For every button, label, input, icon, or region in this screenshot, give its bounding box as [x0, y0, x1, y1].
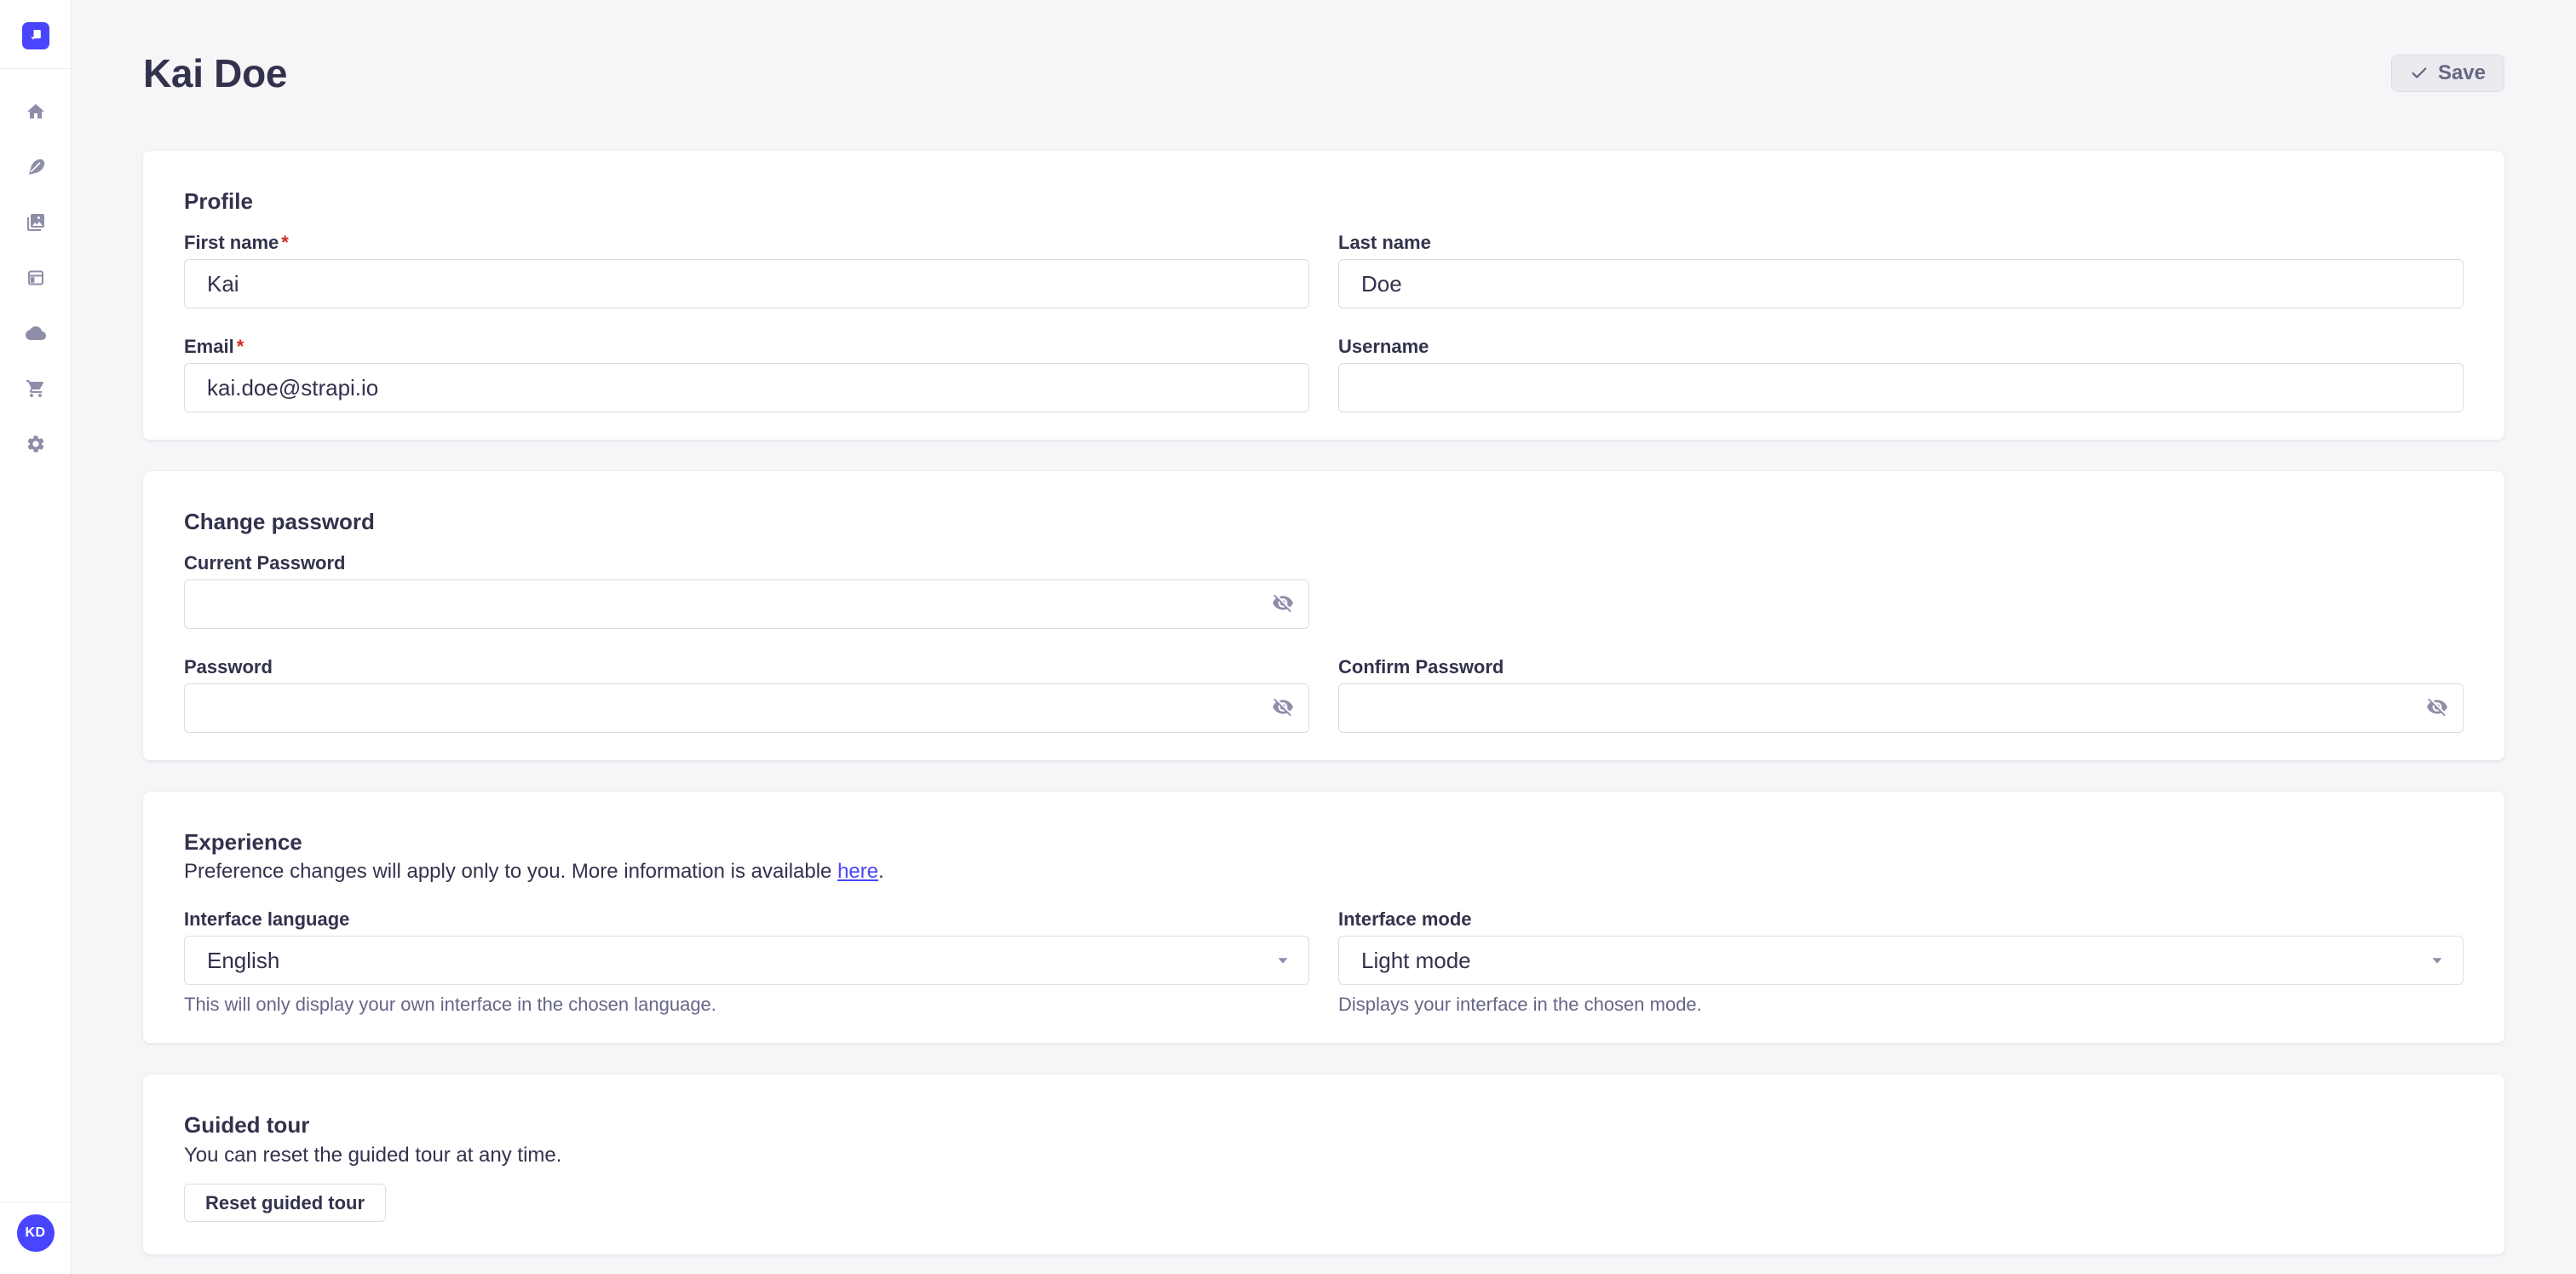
grid-spacer	[1338, 552, 2464, 629]
confirm-password-input[interactable]	[1338, 683, 2464, 733]
cloud-icon	[26, 323, 46, 343]
username-field-group: Username	[1338, 336, 2464, 412]
page-title: Kai Doe	[143, 50, 287, 96]
last-name-input[interactable]	[1338, 259, 2464, 308]
images-icon	[26, 212, 46, 233]
last-name-field-group: Last name	[1338, 232, 2464, 308]
interface-mode-select[interactable]: Light mode	[1338, 936, 2464, 985]
change-password-heading: Change password	[184, 509, 2464, 535]
last-name-label: Last name	[1338, 232, 2464, 254]
sidebar-divider-top	[0, 68, 71, 69]
required-asterisk: *	[237, 336, 244, 357]
interface-language-value: English	[207, 948, 279, 974]
sidebar-item-content-manager[interactable]	[26, 157, 46, 177]
first-name-label: First name*	[184, 232, 1309, 254]
current-password-field-group: Current Password	[184, 552, 1309, 629]
sidebar-item-content-type-builder[interactable]	[26, 268, 46, 288]
guided-tour-description: You can reset the guided tour at any tim…	[184, 1144, 2464, 1167]
profile-heading: Profile	[184, 188, 2464, 215]
guided-tour-card: Guided tour You can reset the guided tou…	[143, 1075, 2504, 1254]
confirm-password-field-group: Confirm Password	[1338, 656, 2464, 733]
eye-slash-icon	[1272, 592, 1294, 617]
house-icon	[26, 101, 46, 122]
profile-card: Profile First name* Last name Email	[143, 151, 2504, 440]
guided-tour-heading: Guided tour	[184, 1112, 2464, 1139]
cart-icon	[26, 378, 46, 399]
eye-slash-icon	[1272, 696, 1294, 721]
eye-slash-icon	[2426, 696, 2448, 721]
sidebar-item-home[interactable]	[26, 101, 46, 122]
interface-language-select[interactable]: English	[184, 936, 1309, 985]
settings-sections: Profile First name* Last name Email	[143, 151, 2504, 1254]
experience-grid: Interface language English This will onl…	[184, 908, 2464, 1016]
toggle-password-visibility-button[interactable]	[1267, 691, 1299, 726]
email-input[interactable]	[184, 363, 1309, 412]
check-icon	[2410, 64, 2429, 83]
experience-card: Experience Preference changes will apply…	[143, 792, 2504, 1043]
interface-language-label: Interface language	[184, 908, 1309, 931]
sidebar: KD	[0, 0, 72, 1274]
experience-heading: Experience	[184, 829, 2464, 856]
toggle-confirm-password-visibility-button[interactable]	[2421, 691, 2453, 726]
caret-down-icon	[1276, 954, 1290, 967]
gear-icon	[26, 434, 46, 454]
first-name-input[interactable]	[184, 259, 1309, 308]
caret-down-icon	[2430, 954, 2444, 967]
user-avatar[interactable]: KD	[17, 1214, 55, 1252]
interface-mode-value: Light mode	[1361, 948, 1471, 974]
current-password-input[interactable]	[184, 579, 1309, 629]
more-information-link[interactable]: here	[837, 860, 878, 883]
password-field-group: Password	[184, 656, 1309, 733]
password-input[interactable]	[184, 683, 1309, 733]
change-password-grid: Current Password Password	[184, 552, 2464, 733]
page-header: Kai Doe Save	[143, 49, 2504, 97]
first-name-field-group: First name*	[184, 232, 1309, 308]
confirm-password-label: Confirm Password	[1338, 656, 2464, 678]
current-password-label: Current Password	[184, 552, 1309, 574]
main-content: Kai Doe Save Profile First name* La	[72, 0, 2576, 1274]
strapi-logo-icon	[27, 26, 44, 46]
sidebar-item-settings[interactable]	[26, 434, 46, 454]
interface-mode-hint: Displays your interface in the chosen mo…	[1338, 994, 2464, 1016]
save-button[interactable]: Save	[2391, 55, 2504, 92]
layout-icon	[26, 268, 46, 288]
profile-grid: First name* Last name Email*	[184, 232, 2464, 412]
password-label: Password	[184, 656, 1309, 678]
interface-mode-label: Interface mode	[1338, 908, 2464, 931]
toggle-current-password-visibility-button[interactable]	[1267, 587, 1299, 622]
sidebar-bottom: KD	[0, 1202, 71, 1274]
sidebar-item-cloud[interactable]	[26, 323, 46, 343]
interface-language-hint: This will only display your own interfac…	[184, 994, 1309, 1016]
change-password-card: Change password Current Password	[143, 471, 2504, 760]
interface-mode-field-group: Interface mode Light mode Displays your …	[1338, 908, 2464, 1016]
interface-language-field-group: Interface language English This will onl…	[184, 908, 1309, 1016]
strapi-logo[interactable]	[22, 22, 49, 49]
sidebar-nav	[26, 101, 46, 454]
sidebar-item-marketplace[interactable]	[26, 378, 46, 399]
sidebar-item-media-library[interactable]	[26, 212, 46, 233]
experience-description: Preference changes will apply only to yo…	[184, 859, 2464, 885]
email-label: Email*	[184, 336, 1309, 358]
username-input[interactable]	[1338, 363, 2464, 412]
feather-icon	[26, 157, 46, 177]
reset-guided-tour-button[interactable]: Reset guided tour	[184, 1184, 386, 1222]
required-asterisk: *	[281, 232, 289, 253]
email-field-group: Email*	[184, 336, 1309, 412]
save-button-label: Save	[2438, 61, 2486, 85]
username-label: Username	[1338, 336, 2464, 358]
